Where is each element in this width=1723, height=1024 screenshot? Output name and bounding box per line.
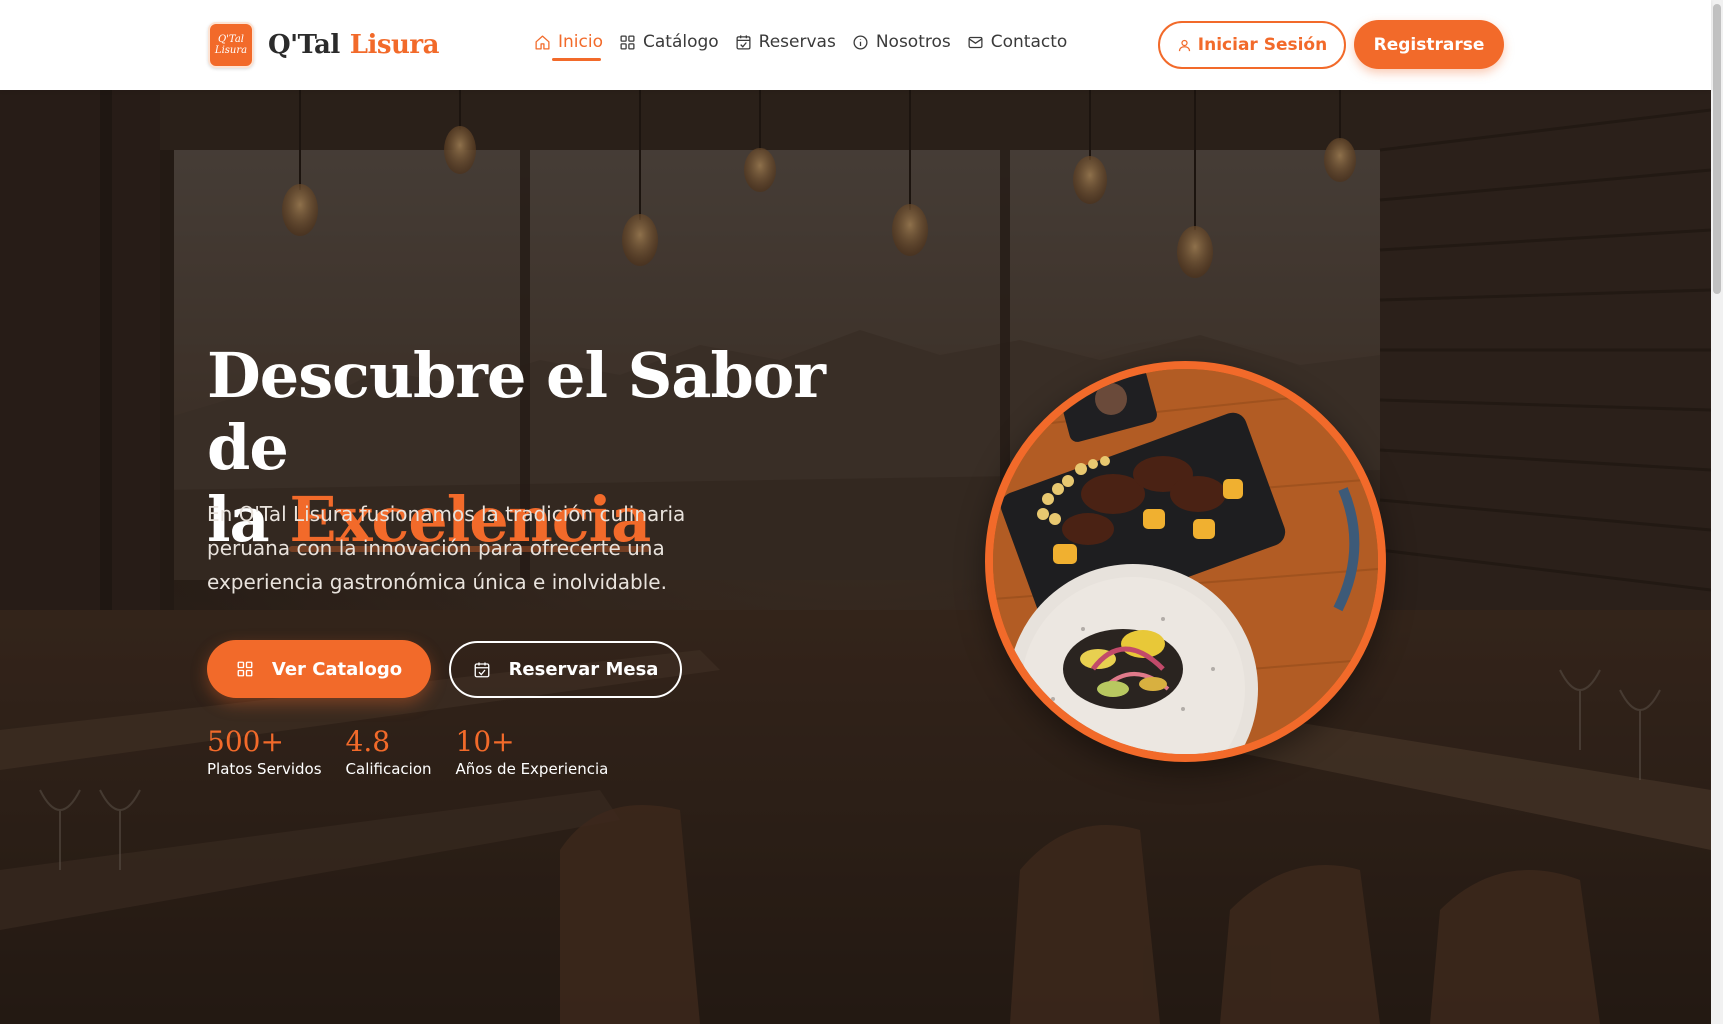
stat-label: Calificacion — [345, 760, 432, 778]
logo-badge-text-1: Q'Tal — [217, 34, 244, 45]
scrollbar-thumb[interactable] — [1713, 4, 1721, 294]
stat-label: Años de Experiencia — [455, 760, 609, 778]
dish-photo — [993, 369, 1378, 754]
logo-badge-text-2: Lisura — [214, 45, 248, 56]
nav-label-reservas: Reservas — [758, 32, 836, 52]
user-icon — [1178, 39, 1190, 51]
stats-row: 500+ Platos Servidos 4.8 Calificacion 10… — [207, 724, 632, 778]
nav-item-reservas[interactable]: Reservas — [735, 32, 836, 52]
main-nav: Inicio Catálogo Reservas Nosotros Contac… — [534, 32, 1083, 61]
page-scrollbar[interactable] — [1711, 0, 1723, 1024]
stat-value: 4.8 — [345, 725, 391, 758]
brand-logo[interactable]: Q'Tal Lisura Q'Tal Lisura — [208, 22, 439, 68]
stat-label: Platos Servidos — [207, 760, 322, 778]
grid-icon — [237, 661, 253, 677]
nav-item-catalogo[interactable]: Catálogo — [619, 32, 719, 52]
brand-name: Q'Tal Lisura — [268, 30, 439, 60]
calendar-icon — [736, 34, 751, 50]
view-catalog-label: Ver Catalogo — [271, 658, 403, 680]
reserve-table-button[interactable]: Reservar Mesa — [449, 641, 682, 698]
hero-section: Descubre el Sabor de la Excelencia En Q'… — [0, 90, 1711, 1024]
brand-name-second: Lisura — [349, 30, 440, 60]
login-button-label: Iniciar Sesión — [1197, 35, 1328, 55]
featured-dish-image — [985, 361, 1386, 762]
stat-dishes: 500+ Platos Servidos — [207, 724, 322, 778]
nav-item-inicio[interactable]: Inicio — [534, 32, 603, 61]
info-icon — [853, 34, 868, 50]
nav-label-nosotros: Nosotros — [875, 32, 951, 52]
stat-value: 10+ — [455, 725, 515, 758]
nav-item-nosotros[interactable]: Nosotros — [852, 32, 951, 52]
stat-rating: 4.8 Calificacion — [346, 724, 432, 778]
stat-value: 500+ — [207, 725, 284, 758]
view-catalog-button[interactable]: Ver Catalogo — [207, 640, 431, 698]
brand-name-first: Q'Tal — [268, 30, 340, 60]
home-icon — [535, 34, 550, 50]
nav-label-contacto: Contacto — [990, 32, 1068, 52]
nav-label-inicio: Inicio — [558, 32, 603, 52]
reserve-table-label: Reservar Mesa — [508, 659, 659, 680]
nav-label-catalogo: Catálogo — [642, 32, 719, 52]
grid-icon — [620, 34, 635, 50]
login-button[interactable]: Iniciar Sesión — [1158, 21, 1346, 69]
register-button[interactable]: Registrarse — [1354, 20, 1504, 69]
calendar-icon — [474, 662, 489, 677]
hero-description: En Q'Tal Lisura fusionamos la tradición … — [207, 502, 686, 594]
nav-item-contacto[interactable]: Contacto — [967, 32, 1068, 52]
hero-title-line1: Descubre el Sabor de — [207, 339, 826, 484]
logo-badge: Q'Tal Lisura — [208, 22, 254, 68]
site-header: Q'Tal Lisura Q'Tal Lisura Inicio Catálogo… — [0, 0, 1711, 90]
register-button-label: Registrarse — [1373, 34, 1485, 55]
mail-icon — [968, 36, 983, 48]
stat-experience: 10+ Años de Experiencia — [456, 724, 609, 778]
